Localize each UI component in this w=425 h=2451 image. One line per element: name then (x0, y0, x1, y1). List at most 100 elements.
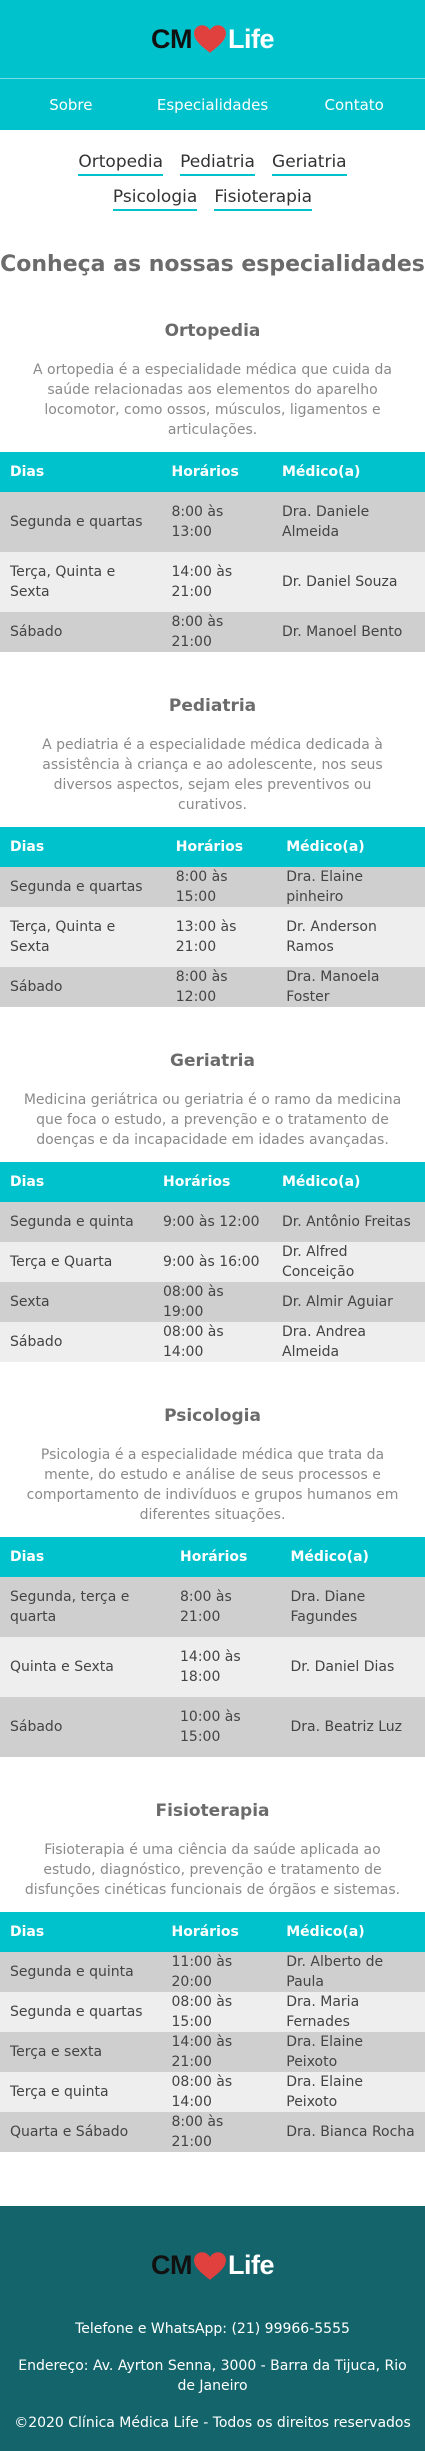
cell-days: Terça e quinta (0, 2072, 162, 2112)
cell-hours: 14:00 às 18:00 (170, 1637, 281, 1697)
table-row: Quinta e Sexta14:00 às 18:00Dr. Daniel D… (0, 1637, 425, 1697)
cell-doctor: Dra. Elaine Peixoto (276, 2032, 425, 2072)
cell-doctor: Dr. Daniel Dias (281, 1637, 425, 1697)
cell-doctor: Dr. Almir Aguiar (272, 1282, 425, 1322)
header-dias: Dias (0, 1162, 153, 1202)
header-medico: Médico(a) (272, 452, 425, 492)
footer-copyright: ©2020 Clínica Médica Life - Todos os dir… (0, 2413, 425, 2433)
logo[interactable]: CM Life (0, 0, 425, 78)
cell-doctor: Dra. Andrea Almeida (272, 1322, 425, 1362)
main-nav: Sobre Especialidades Contato (0, 78, 425, 130)
cell-days: Sexta (0, 1282, 153, 1322)
cell-doctor: Dr. Alberto de Paula (276, 1952, 425, 1992)
nav-link-especialidades[interactable]: Especialidades (142, 96, 284, 114)
header-horarios: Horários (162, 452, 273, 492)
table-row: Sábado8:00 às 21:00Dr. Manoel Bento (0, 612, 425, 652)
logo-text-life: Life (228, 24, 274, 55)
specialties-list: Ortopedia A ortopedia é a especialidade m… (0, 277, 425, 2152)
cell-days: Quinta e Sexta (0, 1637, 170, 1697)
cell-hours: 11:00 às 20:00 (162, 1952, 277, 1992)
specialty-link-psicologia[interactable]: Psicologia (113, 186, 197, 211)
table-header-row: DiasHoráriosMédico(a) (0, 452, 425, 492)
table-row: Terça, Quinta e Sexta14:00 às 21:00Dr. D… (0, 552, 425, 612)
page-title: Conheça as nossas especialidades (0, 252, 425, 277)
cell-days: Segunda e quinta (0, 1202, 153, 1242)
table-header-row: DiasHoráriosMédico(a) (0, 1912, 425, 1952)
heart-icon (193, 2251, 227, 2281)
section-description: Psicologia é a especialidade médica que … (0, 1445, 425, 1525)
table-row: Segunda e quinta11:00 às 20:00Dr. Albert… (0, 1952, 425, 1992)
section-title: Geriatria (0, 1051, 425, 1071)
cell-hours: 08:00 às 15:00 (162, 1992, 277, 2032)
cell-doctor: Dra. Diane Fagundes (281, 1577, 425, 1637)
cell-days: Segunda e quinta (0, 1952, 162, 1992)
table-row: Terça e quinta08:00 às 14:00Dra. Elaine … (0, 2072, 425, 2112)
nav-link-contato[interactable]: Contato (283, 96, 425, 114)
section-ortopedia: Ortopedia A ortopedia é a especialidade m… (0, 277, 425, 652)
logo-text-cm: CM (151, 24, 192, 55)
header-medico: Médico(a) (281, 1537, 425, 1577)
cell-days: Terça, Quinta e Sexta (0, 552, 162, 612)
cell-days: Terça e Quarta (0, 1242, 153, 1282)
specialty-links: Ortopedia Pediatria Geriatria Psicologia… (0, 130, 425, 214)
specialty-link-pediatria[interactable]: Pediatria (180, 151, 255, 176)
specialty-link-ortopedia[interactable]: Ortopedia (78, 151, 163, 176)
table-row: Segunda e quinta9:00 às 12:00Dr. Antônio… (0, 1202, 425, 1242)
table-row: Sábado08:00 às 14:00Dra. Andrea Almeida (0, 1322, 425, 1362)
header-medico: Médico(a) (276, 1912, 425, 1952)
cell-doctor: Dra. Maria Fernades (276, 1992, 425, 2032)
cell-days: Terça e sexta (0, 2032, 162, 2072)
schedule-table: DiasHoráriosMédico(a)Segunda e quinta9:0… (0, 1162, 425, 1362)
cell-hours: 8:00 às 15:00 (166, 867, 277, 907)
cell-doctor: Dr. Antônio Freitas (272, 1202, 425, 1242)
heart-icon (193, 24, 227, 54)
cell-doctor: Dra. Manoela Foster (276, 967, 425, 1007)
section-pediatria: PediatriaA pediatria é a especialidade m… (0, 652, 425, 1007)
table-row: Terça e Quarta9:00 às 16:00Dr. Alfred Co… (0, 1242, 425, 1282)
section-title: Ortopedia (0, 321, 425, 341)
section-title: Psicologia (0, 1406, 425, 1426)
schedule-table: DiasHoráriosMédico(a)Segunda e quartas8:… (0, 827, 425, 1007)
table-row: Segunda e quartas08:00 às 15:00Dra. Mari… (0, 1992, 425, 2032)
table-row: Segunda e quartas8:00 às 15:00Dra. Elain… (0, 867, 425, 907)
footer-phone: Telefone e WhatsApp: (21) 99966-5555 (0, 2319, 425, 2339)
specialty-link-geriatria[interactable]: Geriatria (272, 151, 347, 176)
cell-hours: 8:00 às 12:00 (166, 967, 277, 1007)
cell-hours: 08:00 às 14:00 (162, 2072, 277, 2112)
specialty-link-fisioterapia[interactable]: Fisioterapia (214, 186, 312, 211)
header-dias: Dias (0, 827, 166, 867)
cell-days: Terça, Quinta e Sexta (0, 907, 166, 967)
table-row: Segunda e quartas8:00 às 13:00Dra. Danie… (0, 492, 425, 552)
section-description: A pediatria é a especialidade médica ded… (0, 735, 425, 815)
footer-address: Endereço: Av. Ayrton Senna, 3000 - Barra… (0, 2356, 425, 2396)
section-psicologia: Psicologia Psicologia é a especialidade m… (0, 1362, 425, 1757)
footer-logo[interactable]: CM Life (0, 2250, 425, 2281)
schedule-table: DiasHoráriosMédico(a)Segunda, terça e qu… (0, 1537, 425, 1757)
table-row: Sexta08:00 às 19:00Dr. Almir Aguiar (0, 1282, 425, 1322)
table-header-row: DiasHoráriosMédico(a) (0, 1537, 425, 1577)
header-dias: Dias (0, 452, 162, 492)
footer-logo-text-cm: CM (151, 2250, 192, 2281)
section-fisioterapia: Fisioterapia Fisioterapia é uma ciência d… (0, 1757, 425, 2152)
cell-doctor: Dra. Elaine Peixoto (276, 2072, 425, 2112)
cell-doctor: Dra. Daniele Almeida (272, 492, 425, 552)
schedule-table: DiasHoráriosMédico(a)Segunda e quinta11:… (0, 1912, 425, 2152)
cell-hours: 8:00 às 13:00 (162, 492, 273, 552)
site-footer: CM Life Telefone e WhatsApp: (21) 99966-… (0, 2206, 425, 2451)
section-geriatria: GeriatriaMedicina geriátrica ou geriatri… (0, 1007, 425, 1362)
table-header-row: DiasHoráriosMédico(a) (0, 1162, 425, 1202)
cell-hours: 9:00 às 16:00 (153, 1242, 272, 1282)
header-horarios: Horários (170, 1537, 281, 1577)
section-description: Fisioterapia é uma ciência da saúde apli… (0, 1840, 425, 1900)
cell-doctor: Dr. Anderson Ramos (276, 907, 425, 967)
section-description: A ortopedia é a especialidade médica que… (0, 360, 425, 440)
table-row: Sábado10:00 às 15:00Dra. Beatriz Luz (0, 1697, 425, 1757)
section-title: Fisioterapia (0, 1801, 425, 1821)
cell-doctor: Dra. Beatriz Luz (281, 1697, 425, 1757)
cell-doctor: Dr. Daniel Souza (272, 552, 425, 612)
cell-days: Sábado (0, 612, 162, 652)
header-medico: Médico(a) (276, 827, 425, 867)
header-dias: Dias (0, 1537, 170, 1577)
cell-hours: 08:00 às 19:00 (153, 1282, 272, 1322)
nav-link-sobre[interactable]: Sobre (0, 96, 142, 114)
